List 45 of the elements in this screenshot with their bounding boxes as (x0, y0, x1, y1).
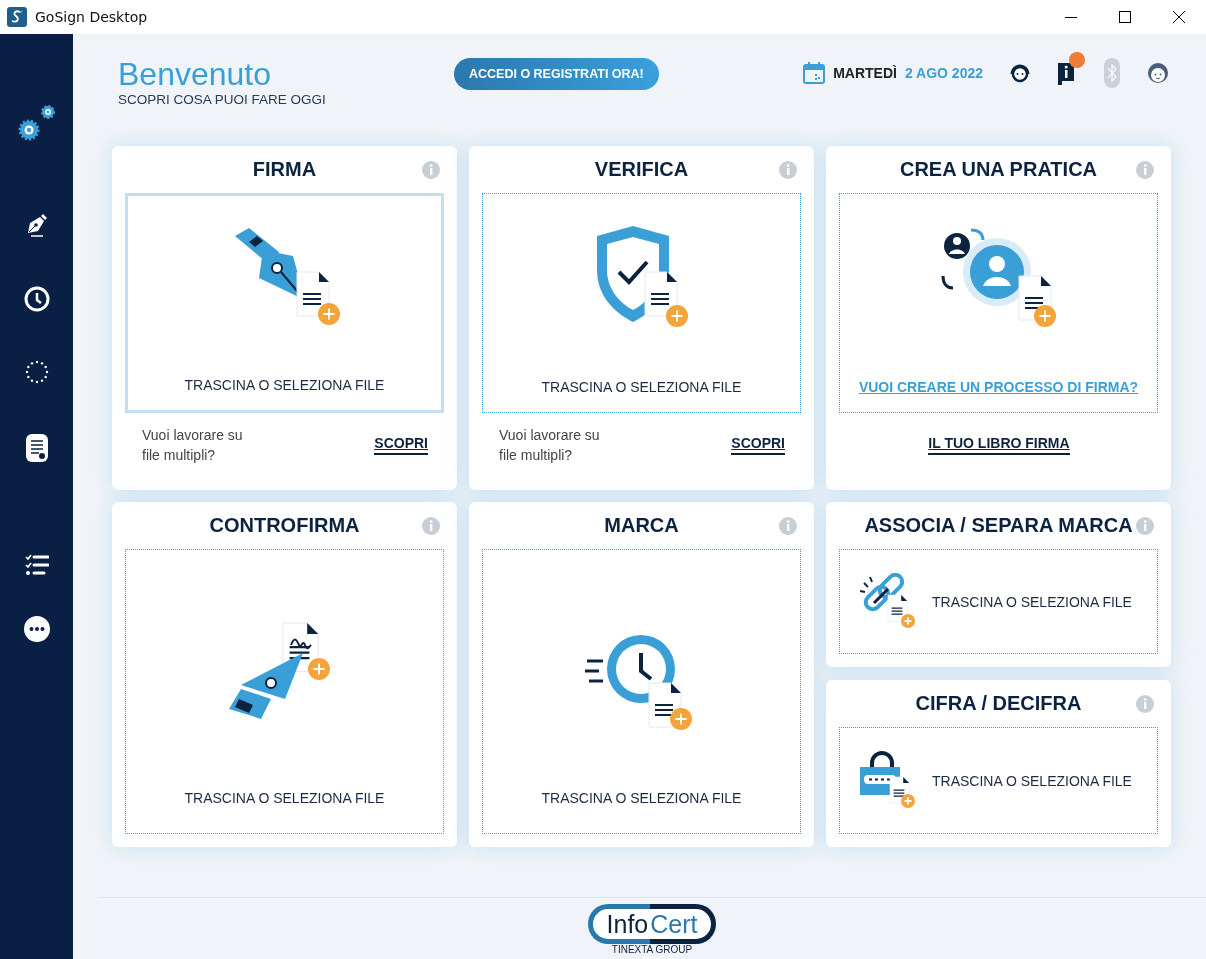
checklist-icon[interactable] (24, 554, 49, 576)
close-icon[interactable] (1172, 10, 1186, 24)
multi-file-question: Vuoi lavorare su file multipli? (142, 426, 244, 465)
drop-zone[interactable]: TRASCINA O SELEZIONA FILE (125, 549, 444, 834)
multi-file-question: Vuoi lavorare su file multipli? (499, 426, 601, 465)
drop-hint: TRASCINA O SELEZIONA FILE (541, 379, 742, 395)
user-avatar-icon[interactable] (1147, 62, 1169, 84)
drop-hint: TRASCINA O SELEZIONA FILE (932, 772, 1132, 789)
drop-zone[interactable]: TRASCINA O SELEZIONA FILE (125, 193, 444, 413)
document-icon[interactable] (25, 434, 48, 462)
info-book-icon[interactable] (1058, 61, 1074, 85)
drop-hint: TRASCINA O SELEZIONA FILE (184, 377, 385, 393)
maximize-icon[interactable] (1119, 11, 1131, 23)
card-title: CREA UNA PRATICA (900, 158, 1097, 181)
card-title: MARCA (604, 514, 679, 537)
drop-hint: TRASCINA O SELEZIONA FILE (184, 790, 385, 806)
window-title: GoSign Desktop (35, 9, 149, 25)
minimize-icon[interactable] (1065, 16, 1077, 18)
card-title: CONTROFIRMA (209, 514, 360, 537)
calendar-icon (803, 62, 826, 84)
card-title: VERIFICA (594, 158, 689, 181)
more-icon[interactable] (23, 616, 50, 642)
card-title: ASSOCIA / SEPARA MARCA (864, 514, 1133, 537)
card-title: CIFRA / DECIFRA (915, 692, 1082, 715)
star-ring-icon[interactable] (24, 360, 49, 384)
gears-icon[interactable] (16, 102, 57, 142)
welcome-title: Benvenuto (118, 56, 272, 92)
weekday-label: MARTEDÌ (833, 65, 897, 81)
discover-link[interactable]: SCOPRI (731, 435, 785, 455)
card-title: FIRMA (252, 158, 317, 181)
date-label: 2 AGO 2022 (904, 65, 983, 81)
drop-zone[interactable]: TRASCINA O SELEZIONA FILE (839, 549, 1158, 654)
drop-hint: TRASCINA O SELEZIONA FILE (541, 790, 742, 806)
drop-zone[interactable]: TRASCINA O SELEZIONA FILE (839, 727, 1158, 834)
app-logo-icon (7, 7, 27, 27)
company-logo: InfoCert TINEXTA GROUP (587, 904, 717, 955)
drop-hint: TRASCINA O SELEZIONA FILE (932, 593, 1132, 610)
drop-zone[interactable]: TRASCINA O SELEZIONA FILE (482, 549, 801, 834)
headset-icon[interactable] (1009, 62, 1031, 84)
welcome-subtitle: SCOPRI COSA PUOI FARE OGGI (118, 92, 327, 107)
drop-zone[interactable]: TRASCINA O SELEZIONA FILE (482, 193, 801, 413)
clock-icon[interactable] (23, 286, 50, 312)
signature-book-link[interactable]: IL TUO LIBRO FIRMA (928, 435, 1070, 455)
discover-link[interactable]: SCOPRI (374, 435, 428, 455)
login-button[interactable]: ACCEDI O REGISTRATI ORA! (454, 58, 659, 90)
